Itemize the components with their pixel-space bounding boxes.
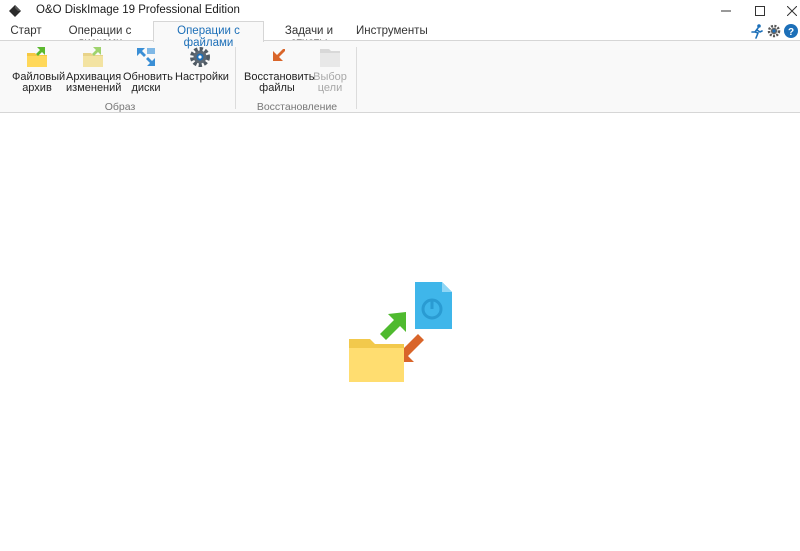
tab-file-operations[interactable]: Операции с файлами	[153, 21, 264, 49]
group-separator	[356, 47, 357, 109]
settings-label-1: Настройки	[175, 71, 229, 83]
help-icon[interactable]: ?	[783, 23, 799, 39]
ribbon-tabs: Старт Операции с дисками Операции с файл…	[0, 21, 800, 49]
file-archive-label-2: архив	[22, 82, 52, 94]
run-icon[interactable]	[749, 23, 765, 39]
select-target-button[interactable]: Выбор цели	[311, 45, 349, 94]
file-archive-icon	[27, 47, 47, 67]
tab-disk-operations[interactable]: Операции с дисками	[50, 22, 150, 49]
main-content-area	[0, 114, 800, 551]
group-label-restore: Восстановление	[256, 101, 338, 113]
select-target-icon	[320, 49, 340, 67]
close-button[interactable]	[772, 0, 800, 21]
refresh-disks-button[interactable]: Обновить диски	[123, 45, 173, 94]
restore-files-icon	[273, 49, 285, 61]
incremental-archive-icon	[83, 47, 103, 67]
file-archive-button[interactable]: Файловый архив	[12, 45, 65, 94]
incremental-archive-button[interactable]: Архивация изменений	[66, 45, 122, 94]
gear-icon[interactable]	[766, 23, 782, 39]
select-target-label-2: цели	[317, 82, 343, 94]
title-bar: O&O DiskImage 19 Professional Edition	[0, 0, 800, 21]
group-label-image: Образ	[104, 101, 136, 113]
incremental-archive-label-2: изменений	[66, 82, 122, 94]
tab-jobs-reports[interactable]: Задачи и отчеты	[268, 22, 350, 49]
group-separator	[235, 47, 236, 109]
settings-button[interactable]: Настройки	[175, 45, 229, 83]
svg-text:?: ?	[788, 27, 794, 38]
refresh-disks-label-2: диски	[131, 82, 161, 94]
tab-tools[interactable]: Инструменты	[356, 22, 428, 41]
refresh-disks-icon	[137, 48, 155, 66]
diamond-app-icon[interactable]	[8, 4, 22, 18]
minimize-icon	[721, 10, 731, 11]
close-icon	[787, 5, 797, 16]
tab-start[interactable]: Старт	[6, 22, 46, 41]
file-operations-illustration-icon	[349, 282, 452, 382]
window-title: O&O DiskImage 19 Professional Edition	[36, 4, 240, 16]
ribbon-panel: Файловый архив Архивация изменений Обнов…	[0, 40, 800, 113]
maximize-icon	[755, 5, 765, 16]
restore-files-button[interactable]: Восстановить файлы	[244, 45, 314, 94]
restore-files-label-2: файлы	[259, 82, 295, 94]
